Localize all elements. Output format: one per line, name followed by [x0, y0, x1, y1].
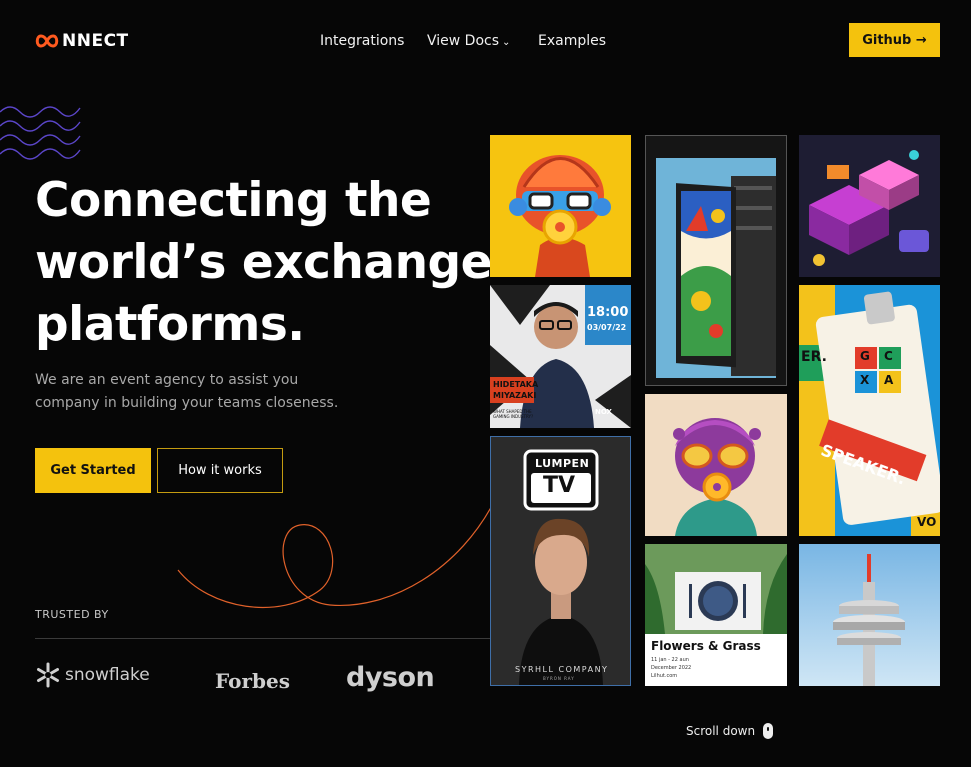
badge-side-text: ER.	[801, 349, 827, 365]
mascot-illustration	[490, 135, 631, 277]
gallery-tile-tv-card[interactable]: LUMPEN TV SYRHLL COMPANY BYRON RAY	[490, 436, 631, 686]
speaker-name-line: HIDETAKA	[493, 380, 539, 389]
nav-integrations[interactable]: Integrations	[320, 33, 404, 49]
billboard-art	[646, 136, 786, 385]
hero-title: Connecting the world’s exchange platform…	[35, 170, 493, 356]
scroll-down-label: Scroll down	[686, 724, 756, 738]
how-it-works-button[interactable]: How it works	[157, 448, 283, 493]
tv-title-bottom: TV	[543, 473, 576, 498]
snowflake-wordmark: snowflake	[65, 665, 150, 685]
tv-footer-sub: BYRON RAY	[543, 676, 575, 681]
nav-view-docs[interactable]: View Docs ⌄	[427, 33, 510, 49]
hero-title-line: platforms.	[35, 297, 305, 352]
dyson-logo: dyson	[346, 662, 435, 693]
badge-letter: G	[860, 349, 870, 363]
infinity-logo-icon	[35, 34, 59, 48]
forbes-logo: Forbes	[215, 669, 290, 693]
event-month: December 2022	[651, 665, 692, 671]
wave-lines-decoration	[0, 106, 81, 160]
event-site: Lilhut.com	[651, 673, 678, 679]
speaker-time: 18:00	[587, 305, 629, 320]
gallery-tile-tower[interactable]	[799, 544, 940, 686]
hero-subtitle-line: We are an event agency to assist you	[35, 372, 299, 388]
badge-letter: C	[884, 349, 893, 363]
github-button[interactable]: Github →	[849, 23, 940, 57]
get-started-button[interactable]: Get Started	[35, 448, 151, 493]
hero-title-line: world’s exchange	[35, 235, 493, 290]
tv-footer: SYRHLL COMPANY	[515, 665, 609, 674]
gallery-tile-mascot-yellow[interactable]	[490, 135, 631, 277]
event-title: Flowers & Grass	[651, 639, 761, 653]
badge-corner-text: VO	[917, 515, 937, 529]
speaker-badge-art	[799, 285, 940, 536]
gallery-tile-isometric[interactable]	[799, 135, 940, 277]
badge-letter: A	[884, 373, 894, 387]
speaker-date: 03/07/22	[587, 323, 627, 332]
hero-subtitle-line: company in building your teams closeness…	[35, 395, 339, 411]
mouse-icon	[763, 723, 774, 739]
trusted-by-label: TRUSTED BY	[35, 608, 109, 621]
chevron-down-icon: ⌄	[502, 37, 511, 48]
badge-letter: X	[860, 373, 870, 387]
speaker-name-line: MIYAZAKI	[493, 391, 537, 400]
snowflake-icon	[37, 662, 59, 688]
nav-examples[interactable]: Examples	[538, 33, 606, 49]
gallery-tile-billboard[interactable]	[645, 135, 787, 386]
tower-photo-art	[799, 544, 940, 686]
hero-title-line: Connecting the	[35, 173, 432, 228]
mascot-illustration	[645, 394, 787, 536]
speaker-brand: NOX	[595, 408, 612, 416]
divider	[35, 638, 490, 639]
event-dates: 11 jan - 22 aun	[651, 657, 689, 663]
tv-title-top: LUMPEN	[535, 457, 590, 470]
gallery-tile-event-card[interactable]: Flowers & Grass 11 jan - 22 aun December…	[645, 544, 787, 686]
gallery-tile-mascot-cream[interactable]	[645, 394, 787, 536]
gallery-tile-speaker-card[interactable]: 18:00 03/07/22 HIDETAKA MIYAZAKI WHAT SH…	[490, 285, 631, 428]
hero-subtitle: We are an event agency to assist you com…	[35, 369, 355, 415]
decorative-curve-line	[177, 497, 497, 608]
logo-text: NNECT	[62, 31, 129, 51]
snowflake-logo: snowflake	[35, 662, 150, 688]
logo[interactable]: NNECT	[34, 31, 129, 51]
scroll-down-indicator[interactable]: Scroll down	[686, 723, 774, 739]
isometric-city-art	[799, 135, 940, 277]
speaker-caption: WHAT SHAPED THE GAMING INDUSTRY?	[493, 409, 534, 419]
gallery-tile-speaker-badge[interactable]: G C X A ER. SPEAKER. VO	[799, 285, 940, 536]
nav-view-docs-label: View Docs	[427, 33, 500, 49]
